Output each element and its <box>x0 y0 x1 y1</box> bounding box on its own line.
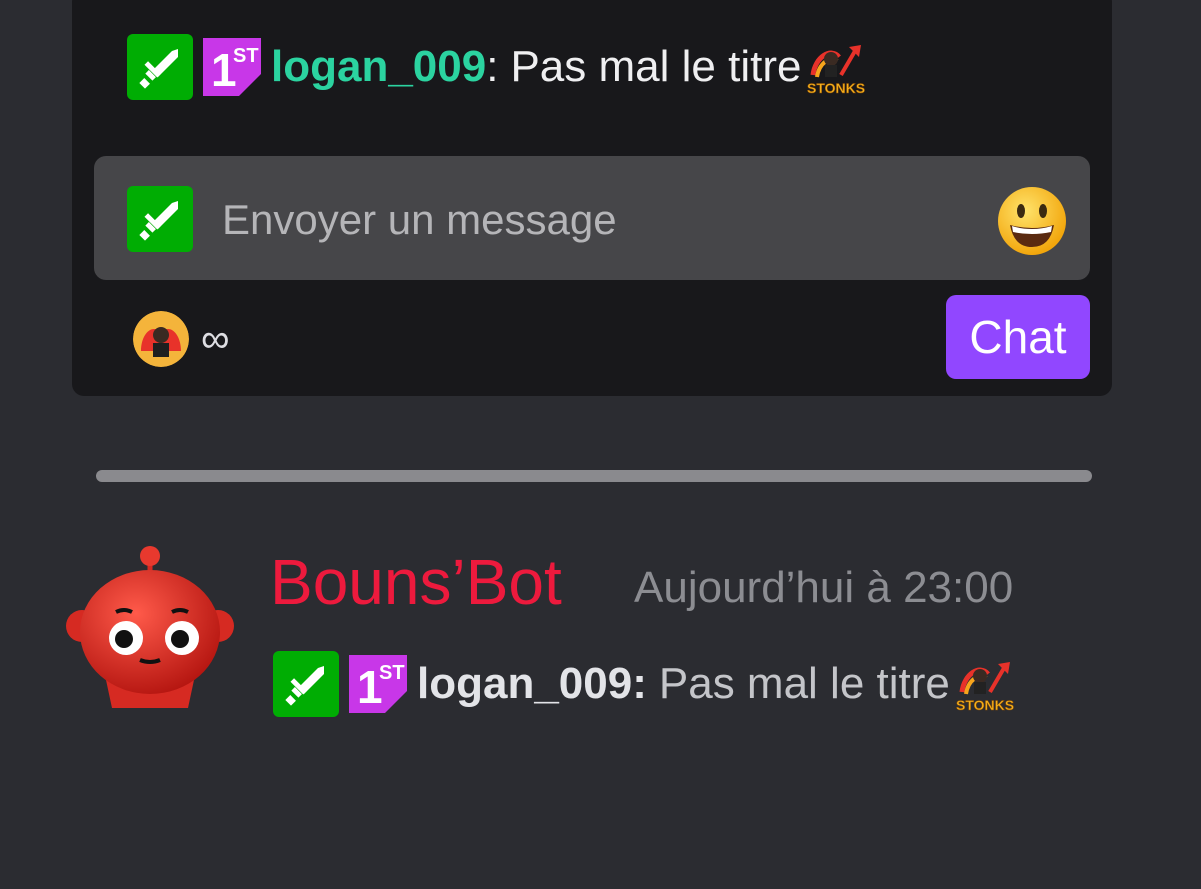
username-separator: : <box>486 42 499 91</box>
chat-message-input[interactable] <box>220 186 994 254</box>
channel-points-value: ∞ <box>201 317 230 361</box>
send-chat-button[interactable]: Chat <box>946 295 1090 379</box>
moderator-badge-icon <box>273 651 339 717</box>
username-separator: : <box>632 659 647 708</box>
first-badge-icon: 1 ST <box>345 651 411 717</box>
stonks-emote-icon: STONKS <box>805 37 865 97</box>
divider <box>96 470 1092 482</box>
svg-text:STONKS: STONKS <box>807 80 865 96</box>
discord-message: 1 ST logan_009: Pas mal le titre STONKS <box>273 650 1014 718</box>
chat-message-text: Pas mal le titre <box>510 42 802 91</box>
input-moderator-badge-icon <box>127 186 193 252</box>
chat-input-box[interactable] <box>94 156 1090 280</box>
chat-message: 1 ST logan_009: Pas mal le titre STONKS <box>127 34 865 100</box>
emoji-picker-icon[interactable] <box>996 185 1068 257</box>
svg-text:ST: ST <box>379 662 405 684</box>
first-badge-icon: 1 ST <box>199 34 265 100</box>
bot-avatar[interactable] <box>62 544 238 716</box>
svg-text:ST: ST <box>233 45 259 67</box>
bot-name[interactable]: Bouns’Bot <box>270 544 562 620</box>
channel-points[interactable]: ∞ <box>133 311 230 367</box>
chat-username[interactable]: logan_009 <box>271 42 486 92</box>
message-timestamp: Aujourd’hui à 23:00 <box>634 563 1014 612</box>
svg-text:STONKS: STONKS <box>956 697 1014 713</box>
discord-username: logan_009 <box>417 659 633 708</box>
discord-message-text: Pas mal le titre <box>658 659 950 708</box>
twitch-chat-panel: 1 ST logan_009:Pas mal le titre STONKS <box>72 0 1112 396</box>
moderator-badge-icon <box>127 34 193 100</box>
channel-points-icon <box>133 311 189 367</box>
stonks-emote-icon: STONKS <box>954 654 1014 714</box>
